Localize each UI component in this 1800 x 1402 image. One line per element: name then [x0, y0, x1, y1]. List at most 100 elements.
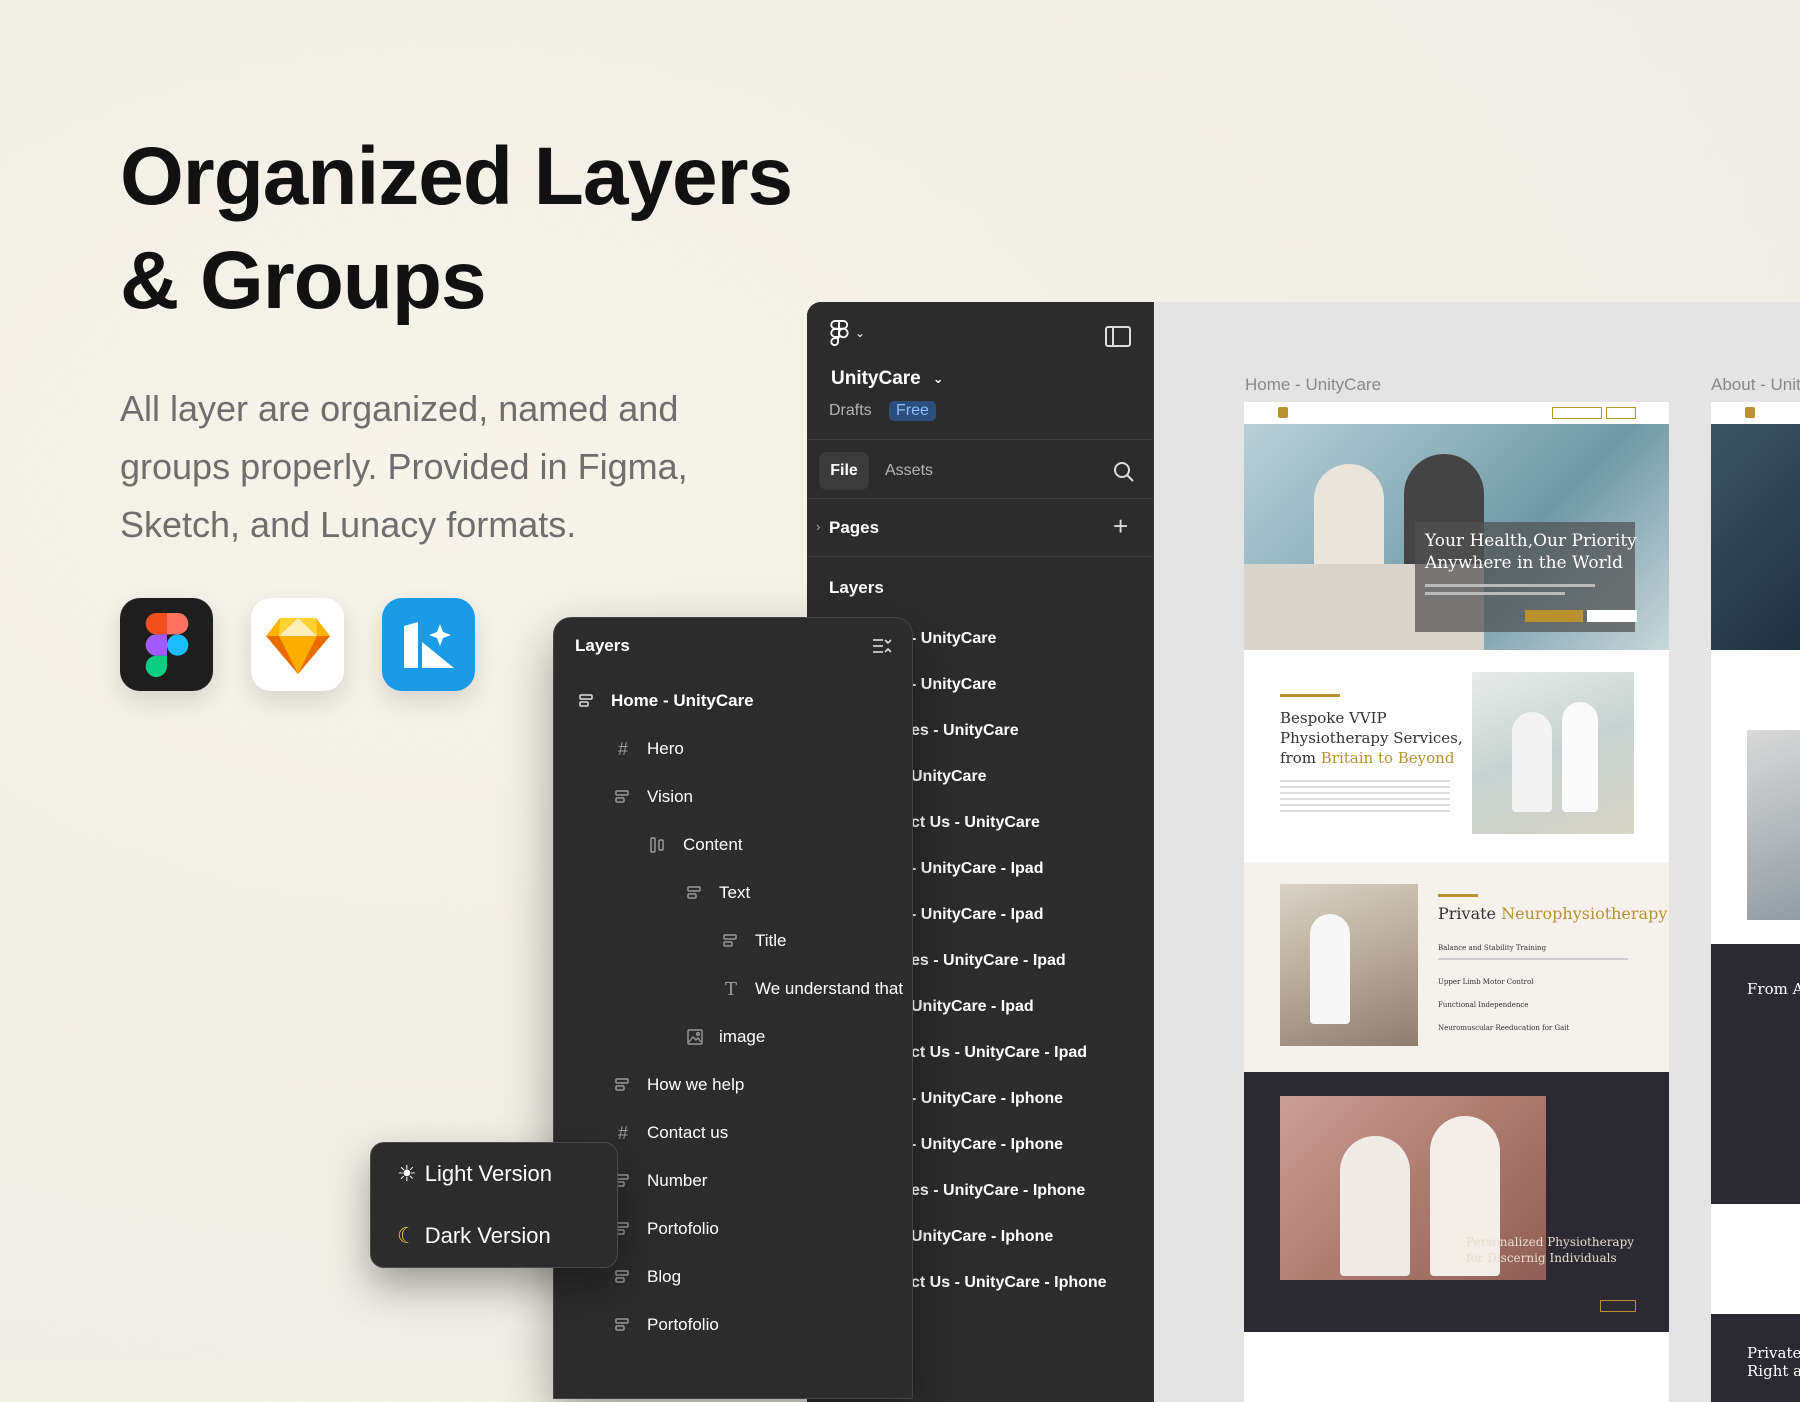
layer-label: How we help — [647, 1075, 745, 1094]
dark-version-label: Dark Version — [424, 1223, 551, 1248]
layer-item[interactable]: ct Us - UnityCare — [911, 814, 1040, 832]
person-shape — [1512, 712, 1552, 812]
description-line-1: All layer are organized, named and — [120, 388, 679, 429]
layer-item[interactable]: UnityCare - Ipad — [911, 998, 1034, 1016]
layer-how-we-help[interactable]: How we help — [613, 1070, 744, 1100]
help-heading-accent: Neurophysiotherapy — [1501, 904, 1668, 923]
about-frame[interactable]: From As Private Right at — [1711, 402, 1800, 1402]
layers-label: Layers — [829, 578, 884, 597]
dark-section: Personalized Physiotherapy for Discernig… — [1244, 1072, 1669, 1332]
horizontal-layout-icon — [649, 835, 669, 855]
site-logo — [1745, 407, 1755, 418]
layer-item[interactable]: es - UnityCare - Iphone — [911, 1182, 1085, 1200]
layer-label: image — [719, 1027, 766, 1046]
figma-menu-button[interactable]: ⌄ — [829, 320, 865, 346]
layer-vision[interactable]: Vision — [613, 782, 693, 812]
pages-label[interactable]: Pages — [829, 518, 879, 538]
tab-file[interactable]: File — [819, 452, 869, 490]
dark-caption: Personalized Physiotherapy for Discernig… — [1466, 1234, 1634, 1266]
layers-panel-title: Layers — [575, 636, 630, 655]
hero-text-line — [1425, 592, 1565, 595]
light-version-option[interactable]: ☀ Light Version — [397, 1161, 552, 1187]
about-image — [1747, 730, 1800, 920]
layer-item[interactable]: es - UnityCare - Ipad — [911, 952, 1066, 970]
layer-label: Hero — [647, 739, 684, 758]
layer-title[interactable]: Title — [721, 926, 787, 956]
help-item: Neuromuscular Reeducation for Gait — [1438, 1024, 1570, 1032]
layer-content[interactable]: Content — [649, 830, 743, 860]
layer-item[interactable]: - UnityCare — [911, 676, 996, 694]
help-item: Balance and Stability Training — [1438, 944, 1547, 952]
layer-item[interactable]: - UnityCare - Iphone — [911, 1136, 1063, 1154]
dark-version-option[interactable]: ☾ Dark Version — [397, 1223, 551, 1249]
get-started-button — [1525, 610, 1583, 622]
layer-item[interactable]: es - UnityCare — [911, 722, 1019, 740]
layer-home[interactable]: Home - UnityCare — [577, 686, 754, 716]
lets-chat-button — [1587, 610, 1637, 622]
layer-label: Home - UnityCare — [611, 691, 754, 710]
layer-blog[interactable]: Blog — [613, 1262, 681, 1292]
layer-text[interactable]: Text — [685, 878, 750, 908]
about-dark-heading: From As — [1747, 980, 1800, 998]
layer-label: Title — [755, 931, 787, 950]
project-location: Drafts — [829, 402, 872, 419]
frame-icon: # — [617, 1122, 628, 1143]
layer-item[interactable]: - UnityCare - Ipad — [911, 906, 1043, 924]
layer-item[interactable]: ct Us - UnityCare - Iphone — [911, 1274, 1107, 1292]
eyebrow-line — [1280, 694, 1340, 697]
layer-item[interactable]: - UnityCare - Iphone — [911, 1090, 1063, 1108]
layer-we-understand[interactable]: T We understand that — [721, 974, 903, 1004]
sun-icon: ☀ — [397, 1161, 417, 1186]
layer-portofolio[interactable]: Portofolio — [613, 1214, 719, 1244]
help-item: Upper Limb Motor Control — [1438, 978, 1534, 986]
layer-label: Content — [683, 835, 743, 854]
call-button — [1552, 407, 1602, 419]
help-image — [1280, 884, 1418, 1046]
layer-label: Contact us — [647, 1123, 729, 1142]
auto-layout-icon — [613, 1267, 633, 1287]
layer-label: Portofolio — [647, 1219, 719, 1238]
help-section: Private Neurophysiotherapy Balance and S… — [1244, 862, 1669, 1072]
tab-assets[interactable]: Assets — [885, 452, 933, 490]
auto-layout-icon — [613, 1315, 633, 1335]
collapse-layers-icon[interactable] — [872, 637, 892, 660]
chevron-right-icon[interactable]: › — [816, 519, 820, 534]
frame-label[interactable]: Home - UnityCare — [1245, 375, 1381, 395]
layer-item[interactable]: UnityCare — [911, 768, 987, 786]
layer-image[interactable]: image — [685, 1022, 765, 1052]
figma-logo-icon — [830, 320, 849, 346]
design-canvas[interactable]: Home - UnityCare About - Unit Your Healt… — [1154, 302, 1800, 1402]
add-page-icon[interactable]: + — [1113, 511, 1128, 542]
layer-item[interactable]: - UnityCare - Ipad — [911, 860, 1043, 878]
hero-heading: Your Health,Our Priority Anywhere in the… — [1425, 530, 1637, 574]
auto-layout-icon — [613, 787, 633, 807]
layer-number[interactable]: Number — [613, 1166, 707, 1196]
layer-portofolio[interactable]: Portofolio — [613, 1310, 719, 1340]
layer-label: Blog — [647, 1267, 682, 1286]
project-name-button[interactable]: UnityCare ⌄ — [831, 368, 944, 390]
layer-label: Number — [647, 1171, 708, 1190]
dark-caption-line-1: Personalized Physiotherapy — [1466, 1235, 1635, 1249]
home-frame[interactable]: Your Health,Our Priority Anywhere in the… — [1244, 402, 1669, 1402]
help-item: Functional Independence — [1438, 1001, 1529, 1009]
divider — [807, 439, 1153, 440]
about-dark-section: From As — [1711, 944, 1800, 1204]
vision-heading-accent: Britain to Beyond — [1320, 749, 1455, 767]
chevron-down-icon: ⌄ — [932, 371, 944, 386]
sidebar-toggle-icon[interactable] — [1105, 326, 1131, 347]
page-description: All layer are organized, named and group… — [120, 380, 760, 554]
auto-layout-icon — [685, 883, 705, 903]
layer-item[interactable]: UnityCare - Iphone — [911, 1228, 1053, 1246]
layer-contact-us[interactable]: # Contact us — [613, 1118, 728, 1148]
hero-text-line — [1425, 584, 1595, 587]
layer-hero[interactable]: # Hero — [613, 734, 684, 764]
image-icon — [685, 1027, 705, 1047]
frame-label[interactable]: About - Unit — [1711, 375, 1800, 395]
layer-item[interactable]: - UnityCare — [911, 630, 996, 648]
hero-image: Your Health,Our Priority Anywhere in the… — [1244, 424, 1669, 650]
project-name: UnityCare — [831, 368, 921, 389]
chevron-down-icon: ⌄ — [855, 326, 866, 340]
site-nav — [1244, 402, 1669, 425]
layer-item[interactable]: ct Us - UnityCare - Ipad — [911, 1044, 1087, 1062]
search-icon[interactable] — [1113, 461, 1135, 488]
